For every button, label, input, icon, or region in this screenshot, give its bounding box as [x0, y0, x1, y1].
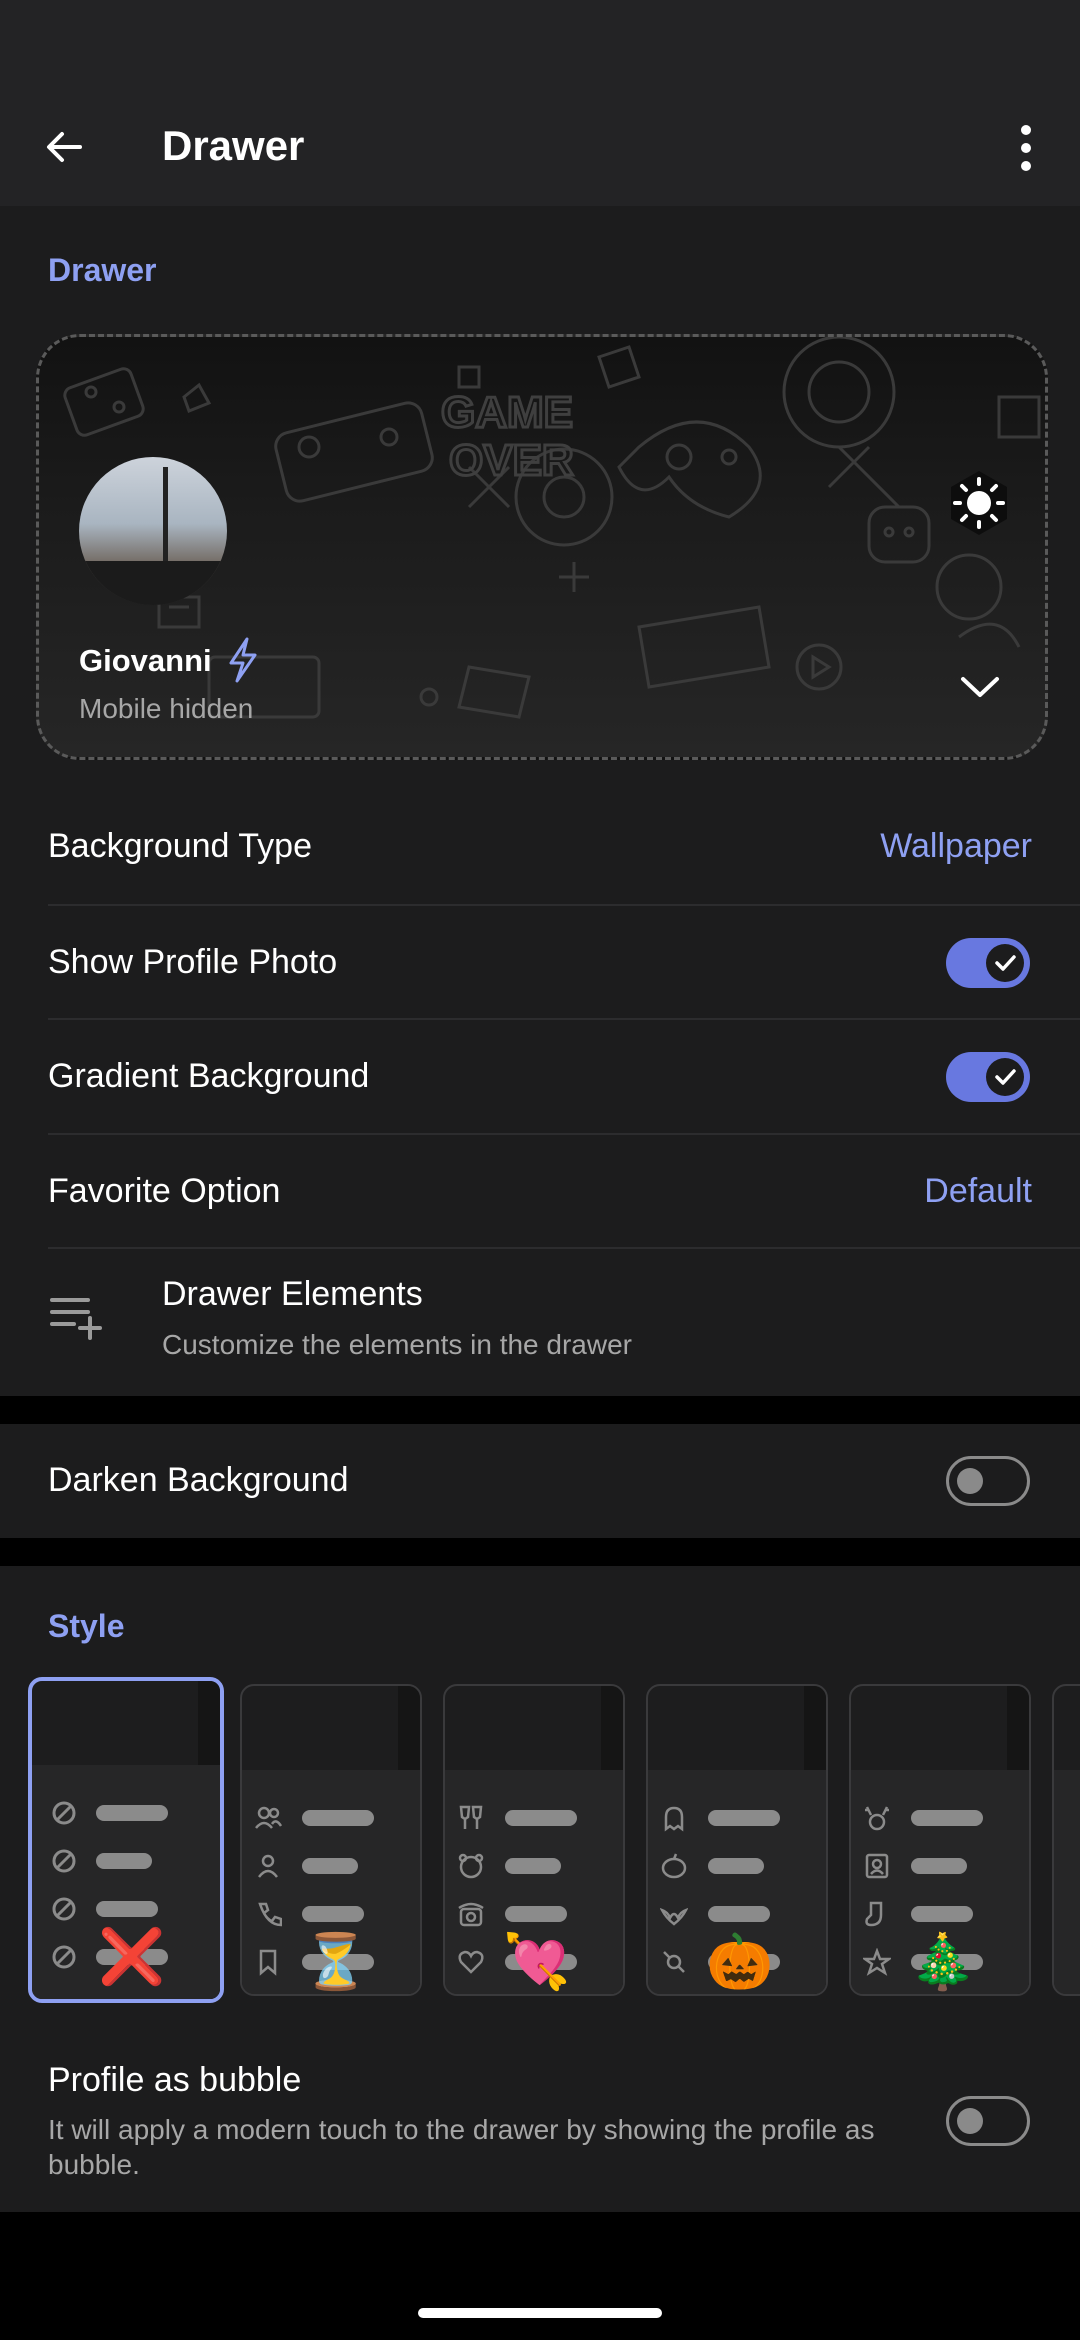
- style-emoji: 💘: [503, 1932, 571, 1992]
- favorite-option-value: Default: [924, 1172, 1032, 1210]
- favorite-option-row[interactable]: Favorite Option Default: [0, 1135, 1080, 1249]
- block-icon: [52, 1849, 76, 1873]
- divider: [48, 1247, 1080, 1249]
- block-icon: [52, 1897, 76, 1921]
- style-emoji: 🎄: [909, 1932, 977, 1992]
- bear-icon: [458, 1853, 484, 1879]
- style-option[interactable]: 🎄: [849, 1684, 1031, 1996]
- check-icon: [995, 955, 1016, 971]
- drawer-elements-title: Drawer Elements: [162, 1275, 423, 1313]
- gradient-background-row[interactable]: Gradient Background: [0, 1020, 1080, 1134]
- style-carousel[interactable]: ❌ ⏳ 💘 🎃 🎄: [0, 1674, 1080, 2014]
- portrait-icon: [865, 1853, 889, 1879]
- back-arrow-icon[interactable]: [40, 122, 90, 172]
- svg-text:OVER: OVER: [449, 436, 574, 485]
- style-option[interactable]: 💘: [443, 1684, 625, 1996]
- app-bar: Drawer: [0, 88, 1080, 206]
- ghost-icon: [664, 1806, 684, 1832]
- theme-toggle-sun-icon[interactable]: [943, 467, 1015, 539]
- phone-icon: [258, 1902, 282, 1927]
- darken-background-label: Darken Background: [48, 1461, 349, 1499]
- favorite-option-label: Favorite Option: [48, 1172, 281, 1210]
- gesture-home-bar[interactable]: [418, 2308, 662, 2318]
- show-profile-photo-label: Show Profile Photo: [48, 943, 338, 981]
- stocking-icon: [865, 1901, 883, 1927]
- drawer-elements-subtitle: Customize the elements in the drawer: [162, 1329, 632, 1360]
- group-icon: [255, 1806, 282, 1829]
- show-profile-photo-toggle[interactable]: [946, 938, 1030, 988]
- drawer-preview[interactable]: GAME OVER Giovanni Mobile hidden: [36, 334, 1048, 760]
- profile-subtitle: Mobile hidden: [79, 693, 254, 724]
- darken-background-toggle[interactable]: [946, 1456, 1030, 1506]
- style-emoji: ⏳: [302, 1932, 370, 1992]
- block-icon: [52, 1801, 76, 1825]
- style-section-title: Style: [48, 1608, 125, 1644]
- profile-bubble-subtitle: It will apply a modern touch to the draw…: [48, 2114, 875, 2180]
- style-option[interactable]: 🎃: [646, 1684, 828, 1996]
- background-type-row[interactable]: Background Type Wallpaper: [0, 790, 1080, 904]
- bat-icon: [660, 1908, 688, 1926]
- person-icon: [258, 1854, 278, 1878]
- gradient-background-toggle[interactable]: [946, 1052, 1030, 1102]
- candy-icon: [663, 1951, 685, 1973]
- profile-bubble-toggle[interactable]: [946, 2096, 1030, 2146]
- more-options-icon[interactable]: [1004, 118, 1048, 178]
- show-profile-photo-row[interactable]: Show Profile Photo: [0, 906, 1080, 1020]
- lightning-icon: [229, 637, 257, 683]
- style-option[interactable]: ⏳: [240, 1684, 422, 1996]
- style-option[interactable]: ❌: [28, 1677, 224, 2003]
- block-icon: [52, 1945, 76, 1969]
- check-icon: [995, 1069, 1016, 1085]
- heart-icon: [458, 1950, 484, 1974]
- background-type-value: Wallpaper: [880, 827, 1032, 865]
- profile-bubble-title: Profile as bubble: [48, 2061, 302, 2099]
- background-type-label: Background Type: [48, 827, 312, 865]
- profile-name: Giovanni: [79, 643, 212, 678]
- bookmark-icon: [259, 1949, 277, 1976]
- status-bar: [0, 0, 1080, 88]
- svg-text:GAME: GAME: [441, 388, 573, 437]
- profile-photo[interactable]: [79, 457, 227, 605]
- star-icon: [863, 1948, 891, 1976]
- drawer-elements-row[interactable]: Drawer Elements Customize the elements i…: [0, 1250, 1080, 1396]
- style-emoji: ❌: [98, 1927, 166, 1987]
- pumpkin-icon: [661, 1853, 687, 1879]
- telephone-icon: [458, 1902, 484, 1927]
- drawer-section-title: Drawer: [48, 252, 157, 288]
- reindeer-icon: [865, 1806, 889, 1831]
- cheers-icon: [459, 1805, 483, 1829]
- page-title: Drawer: [162, 122, 305, 169]
- gradient-background-label: Gradient Background: [48, 1057, 370, 1095]
- style-emoji: 🎃: [706, 1932, 774, 1992]
- chevron-down-icon[interactable]: [957, 671, 1003, 701]
- style-option[interactable]: [1052, 1684, 1080, 1996]
- darken-background-card[interactable]: Darken Background: [0, 1424, 1080, 1538]
- playlist-add-icon: [50, 1298, 102, 1340]
